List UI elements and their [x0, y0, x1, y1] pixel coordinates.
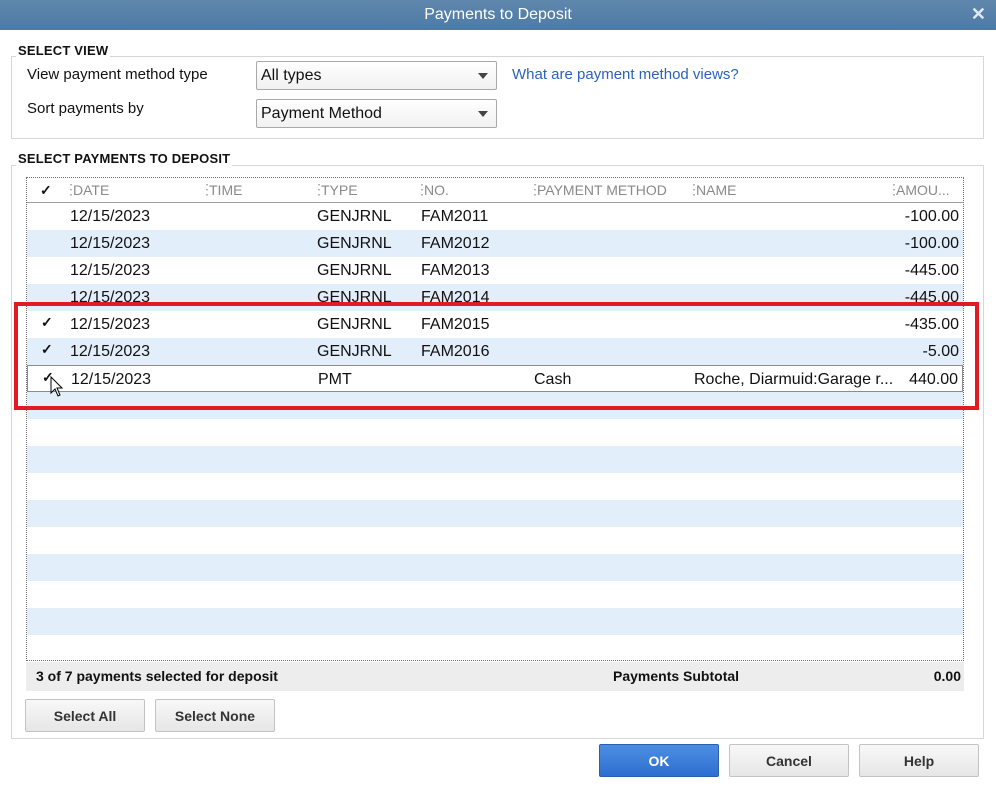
chevron-down-icon [478, 111, 488, 117]
cell-amount: -100.00 [904, 235, 959, 252]
cell-date: 12/15/2023 [70, 235, 151, 252]
chevron-down-icon [478, 73, 488, 79]
cell-no: FAM2011 [421, 208, 489, 225]
cell-payment-method: Cash [534, 371, 572, 388]
cell-no: FAM2016 [421, 343, 490, 360]
cell-date: 12/15/2023 [70, 208, 151, 225]
column-header-name[interactable]: NAME [687, 181, 737, 198]
selection-summary-bar: 3 of 7 payments selected for deposit Pay… [26, 662, 964, 691]
help-button[interactable]: Help [859, 744, 979, 777]
table-row[interactable]: ✓ 12/15/2023 GENJRNL FAM2015 -435.00 [27, 311, 963, 338]
table-row[interactable]: ✓ 12/15/2023 PMT Cash Roche, Diarmuid:Garage… [27, 365, 963, 392]
row-checkmark[interactable]: ✓ [41, 341, 53, 358]
table-row [27, 392, 963, 419]
cell-amount: -445.00 [904, 289, 959, 306]
table-row [27, 608, 963, 635]
selected-count-text: 3 of 7 payments selected for deposit [36, 668, 278, 684]
table-row[interactable]: 12/15/2023 GENJRNL FAM2012 -100.00 [27, 230, 963, 257]
subtotal-label: Payments Subtotal [613, 668, 740, 684]
cell-type: GENJRNL [317, 262, 392, 279]
table-row[interactable]: 12/15/2023 GENJRNL FAM2011 -100.00 [27, 203, 963, 230]
table-row [27, 473, 963, 500]
cell-type: GENJRNL [317, 235, 392, 252]
cell-amount: 440.00 [909, 371, 958, 388]
cell-date: 12/15/2023 [71, 371, 152, 388]
cell-type: GENJRNL [317, 289, 392, 306]
payment-method-views-help-link[interactable]: What are payment method views? [512, 66, 739, 83]
view-payment-method-value: All types [261, 66, 322, 84]
cell-type: PMT [318, 371, 352, 388]
column-header-date[interactable]: DATE [64, 181, 109, 198]
table-row[interactable]: 12/15/2023 GENJRNL FAM2014 -445.00 [27, 284, 963, 311]
cell-no: FAM2012 [421, 235, 490, 252]
sort-payments-dropdown[interactable]: Payment Method [256, 99, 497, 128]
close-icon[interactable]: ✕ [971, 4, 986, 25]
column-header-time[interactable]: TIME [200, 181, 243, 198]
row-checkmark[interactable]: ✓ [41, 314, 53, 331]
title-bar: Payments to Deposit ✕ [0, 0, 996, 30]
select-none-button[interactable]: Select None [155, 699, 275, 732]
cell-type: GENJRNL [317, 208, 392, 225]
column-header-amount[interactable]: AMOU... [887, 181, 950, 198]
table-row [27, 635, 963, 660]
cell-type: GENJRNL [317, 316, 392, 333]
cell-date: 12/15/2023 [70, 316, 151, 333]
mouse-cursor-icon [50, 376, 64, 397]
window-title: Payments to Deposit [424, 6, 572, 23]
cell-amount: -445.00 [904, 262, 959, 279]
cell-date: 12/15/2023 [70, 289, 151, 306]
table-header: ✓ DATE TIME TYPE NO. PAYMENT METHOD NAME… [27, 178, 963, 203]
table-row[interactable]: 12/15/2023 GENJRNL FAM2013 -445.00 [27, 257, 963, 284]
table-row [27, 581, 963, 608]
column-header-payment-method[interactable]: PAYMENT METHOD [528, 181, 667, 198]
table-row [27, 500, 963, 527]
column-header-type[interactable]: TYPE [312, 181, 357, 198]
sort-payments-label: Sort payments by [27, 100, 144, 117]
view-payment-method-label: View payment method type [27, 66, 208, 83]
cell-type: GENJRNL [317, 343, 392, 360]
cell-no: FAM2015 [421, 316, 490, 333]
cancel-button[interactable]: Cancel [729, 744, 849, 777]
cell-date: 12/15/2023 [70, 343, 151, 360]
table-row[interactable]: ✓ 12/15/2023 GENJRNL FAM2016 -5.00 [27, 338, 963, 365]
table-row [27, 554, 963, 581]
cell-no: FAM2014 [421, 289, 490, 306]
ok-button[interactable]: OK [599, 744, 719, 777]
payments-table: ✓ DATE TIME TYPE NO. PAYMENT METHOD NAME… [26, 177, 964, 661]
cell-amount: -100.00 [904, 208, 959, 225]
cell-date: 12/15/2023 [70, 262, 151, 279]
subtotal-value: 0.00 [933, 668, 961, 684]
select-view-heading: SELECT VIEW [16, 43, 111, 58]
cell-name: Roche, Diarmuid:Garage r... [694, 371, 894, 388]
table-row [27, 527, 963, 554]
select-payments-heading: SELECT PAYMENTS TO DEPOSIT [16, 151, 233, 166]
cell-no: FAM2013 [421, 262, 490, 279]
table-row [27, 419, 963, 446]
column-header-check[interactable]: ✓ [40, 182, 52, 199]
column-header-no[interactable]: NO. [415, 181, 449, 198]
cell-amount: -5.00 [922, 343, 959, 360]
view-payment-method-dropdown[interactable]: All types [256, 61, 497, 90]
cell-amount: -435.00 [904, 316, 959, 333]
sort-payments-value: Payment Method [261, 104, 382, 122]
table-row [27, 446, 963, 473]
select-all-button[interactable]: Select All [25, 699, 145, 732]
